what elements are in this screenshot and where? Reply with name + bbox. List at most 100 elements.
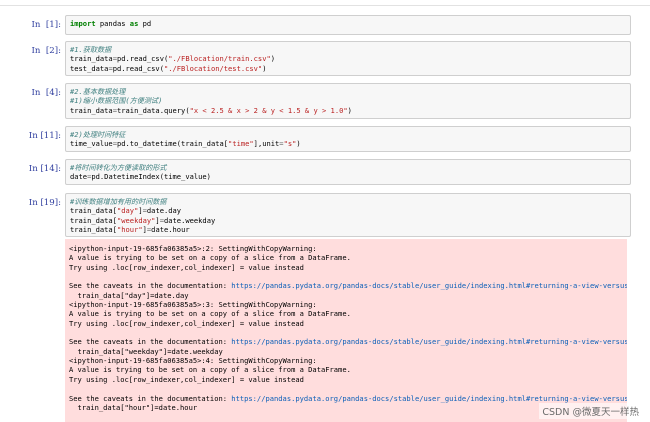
cell-prompt: In [1]: [31,20,61,30]
code-token: <ipython-input-19-685fa06385a5>:2: Setti… [69,244,317,253]
code-token: date.weekday [163,215,216,225]
cell-prompt: In [14]: [28,164,61,174]
code-line: train_data["weekday"]=date.weekday [70,216,630,225]
code-input[interactable]: #2)处理时间特征 time_value=pd.to_datetime(train… [65,126,631,152]
code-line: #训练数据增加有用的时间数据 [70,197,630,206]
docs-link[interactable]: https://pandas.pydata.org/pandas-docs/st… [231,337,627,346]
code-token: Try using .loc[row_indexer,col_indexer] … [69,262,304,272]
code-token: train_data["day"]=date.day [69,290,189,300]
code-token: train_data[ [70,206,117,216]
code-token: #1.获取数据 [70,45,112,54]
code-token: pandas [95,19,130,28]
code-token: "time" [228,139,254,149]
code-token: <ipython-input-19-685fa06385a5>:4: Setti… [69,356,317,366]
code-line: Try using .loc[row_indexer,col_indexer] … [69,263,627,272]
code-input[interactable]: #2.基本数据处理 #1)缩小数据范围(方便测试) train_data=train… [65,83,631,119]
code-line: <ipython-input-19-685fa06385a5>:2: Setti… [69,244,627,253]
code-token: "./FBlocation/train.csv" [168,54,271,64]
code-line: <ipython-input-19-685fa06385a5>:4: Setti… [69,356,627,365]
code-line: See the caveats in the documentation: ht… [69,337,627,346]
code-token: #2.基本数据处理 [70,87,126,96]
code-input[interactable]: #训练数据增加有用的时间数据 train_data["day"]=date.day… [65,193,631,237]
toolbar-divider [0,0,650,6]
code-line: A value is trying to be set on a copy of… [69,253,627,262]
code-token: train_data[ [70,224,117,234]
code-token: A value is trying to be set on a copy of… [69,365,351,375]
code-input[interactable]: #将时间转化为方便读取的形式 date=pd.DatetimeIndex(time… [65,159,631,185]
code-token: "weekday" [116,215,156,225]
code-line: train_data["weekday"]=date.weekday [69,347,627,356]
watermark: CSDN @微夏天一样热 [539,403,642,419]
code-line: #1)缩小数据范围(方便测试) [70,96,630,105]
code-line: #1.获取数据 [70,45,630,54]
code-token: #1)缩小数据范围(方便测试) [70,96,163,106]
code-token: ) [262,63,267,73]
code-token: <ipython-input-19-685fa06385a5>:3: Setti… [69,300,317,310]
code-token: date [70,172,88,182]
code-token: ],unit [253,139,280,149]
code-line: train_data["day"]=date.day [69,291,627,300]
code-token: Try using .loc[row_indexer,col_indexer] … [69,374,304,384]
code-token: pd.read_csv( [117,54,169,64]
cell-prompt: In [11]: [28,131,61,141]
code-line: train_data=train_data.query("x < 2.5 & x… [70,106,630,115]
stderr-output: <ipython-input-19-685fa06385a5>:2: Setti… [65,239,627,422]
code-token: pd.DatetimeIndex(time_value) [91,172,211,182]
code-token: ) [347,105,352,115]
code-line: See the caveats in the documentation: ht… [69,394,627,403]
code-line: train_data=pd.read_csv("./FBlocation/tra… [70,54,630,63]
code-token: import [70,19,96,28]
code-line: train_data["day"]=date.day [70,206,630,215]
code-token: ) [296,139,301,149]
code-token: "./FBlocation/test.csv" [163,63,263,73]
code-line: <ipython-input-19-685fa06385a5>:3: Setti… [69,300,627,309]
code-token: See the caveats in the documentation: [69,393,232,403]
code-token: train_data [70,105,113,115]
code-token: pd.read_csv( [112,63,164,73]
code-token: train_data["weekday"]=date.weekday [69,346,223,356]
code-line: #2.基本数据处理 [70,87,630,96]
code-token: "hour" [116,224,143,234]
code-token: pd [138,19,152,28]
code-token: pd.to_datetime(train_data[ [117,139,229,149]
cell-prompt: In [19]: [28,198,61,208]
code-line: test_data=pd.read_csv("./FBlocation/test… [70,64,630,73]
code-line: See the caveats in the documentation: ht… [69,281,627,290]
notebook-page: In [1]: import pandas as pd In [2]: #1.获… [0,0,650,422]
code-line: train_data["hour"]=date.hour [70,225,630,234]
code-token: See the caveats in the documentation: [69,281,232,291]
code-line: time_value=pd.to_datetime(train_data["ti… [70,139,630,148]
code-token: "x < 2.5 & x > 2 & y < 1.5 & y > 1.0" [189,105,348,115]
code-token: See the caveats in the documentation: [69,337,232,347]
docs-link[interactable]: https://pandas.pydata.org/pandas-docs/st… [231,394,627,403]
code-line: Try using .loc[row_indexer,col_indexer] … [69,375,627,384]
docs-link[interactable]: https://pandas.pydata.org/pandas-docs/st… [231,281,627,290]
code-token: A value is trying to be set on a copy of… [69,253,351,263]
code-line: import pandas as pd [70,19,630,28]
code-line: Try using .loc[row_indexer,col_indexer] … [69,319,627,328]
code-token: Try using .loc[row_indexer,col_indexer] … [69,318,304,328]
code-line: #将时间转化为方便读取的形式 [70,163,630,172]
code-line: #2)处理时间特征 [70,130,630,139]
code-token: ) [270,54,276,64]
code-token: date.hour [151,224,190,234]
cell-prompt: In [2]: [31,46,61,56]
code-token: time_value [70,139,113,149]
code-token: #训练数据增加有用的时间数据 [70,197,167,206]
code-line: date=pd.DatetimeIndex(time_value) [70,172,630,181]
code-token: date.day [146,206,182,216]
code-token: "day" [116,206,139,216]
code-input[interactable]: #1.获取数据 train_data=pd.read_csv("./FBlocat… [65,41,631,76]
code-input[interactable]: import pandas as pd [65,15,631,35]
code-token: "s" [283,139,297,149]
code-token: test_data [70,63,109,73]
code-token: train_data [70,54,113,64]
code-token: train_data["hour"]=date.hour [69,402,198,412]
code-line: A value is trying to be set on a copy of… [69,365,627,374]
code-token: #将时间转化为方便读取的形式 [70,163,167,172]
code-token: #2)处理时间特征 [70,130,126,139]
cell-prompt: In [4]: [31,88,61,98]
